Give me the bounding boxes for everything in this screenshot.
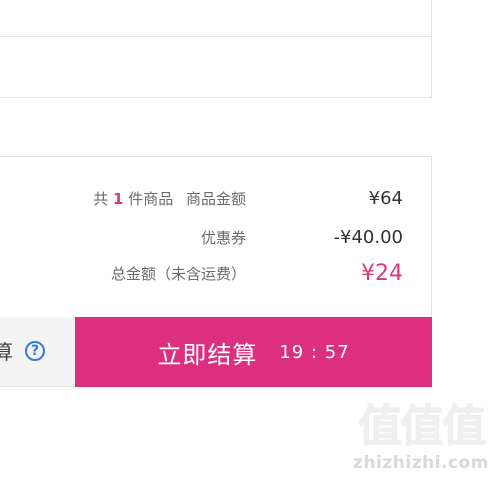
checkout-action-bar: 算 ? 立即结算 19 : 57 (0, 317, 432, 387)
total-row: 总金额（未含运费） ¥24 (0, 259, 433, 289)
item-count: 1 (112, 190, 124, 208)
goods-count-label: 共 1 件商品 商品金额 (93, 184, 246, 214)
coupon-label: 优惠券 (200, 229, 246, 247)
price-summary-card: 共 1 件商品 商品金额 ¥64 优惠券 -¥40.00 总金额（未含运费） ¥… (0, 156, 432, 318)
count-prefix: 共 (93, 190, 109, 208)
goods-amount-label: 商品金额 (185, 190, 246, 208)
checkout-button[interactable]: 立即结算 19 : 57 (75, 317, 432, 387)
countdown-timer: 19 : 57 (279, 341, 350, 363)
help-icon[interactable]: ? (25, 341, 45, 361)
total-label: 总金额（未含运费） (110, 265, 246, 283)
coupon-row[interactable]: 优惠券 -¥40.00 (0, 223, 433, 253)
top-card (0, 0, 432, 98)
order-summary-page: 共 1 件商品 商品金额 ¥64 优惠券 -¥40.00 总金额（未含运费） ¥… (0, 0, 500, 486)
count-suffix: 件商品 (128, 190, 174, 208)
top-card-divider (0, 36, 431, 37)
coupon-value: -¥40.00 (333, 227, 403, 248)
help-text: 算 (0, 340, 13, 364)
goods-amount-row: 共 1 件商品 商品金额 ¥64 (0, 184, 433, 214)
goods-amount-value: ¥64 (368, 188, 403, 209)
checkout-label: 立即结算 (157, 340, 258, 369)
total-value: ¥24 (361, 261, 403, 286)
watermark-logo: 值值值 (358, 401, 486, 452)
help-area[interactable]: 算 ? (0, 317, 75, 387)
watermark: 值值值 zhizhizhi.com (348, 402, 494, 480)
watermark-url: zhizhizhi.com (353, 453, 489, 473)
